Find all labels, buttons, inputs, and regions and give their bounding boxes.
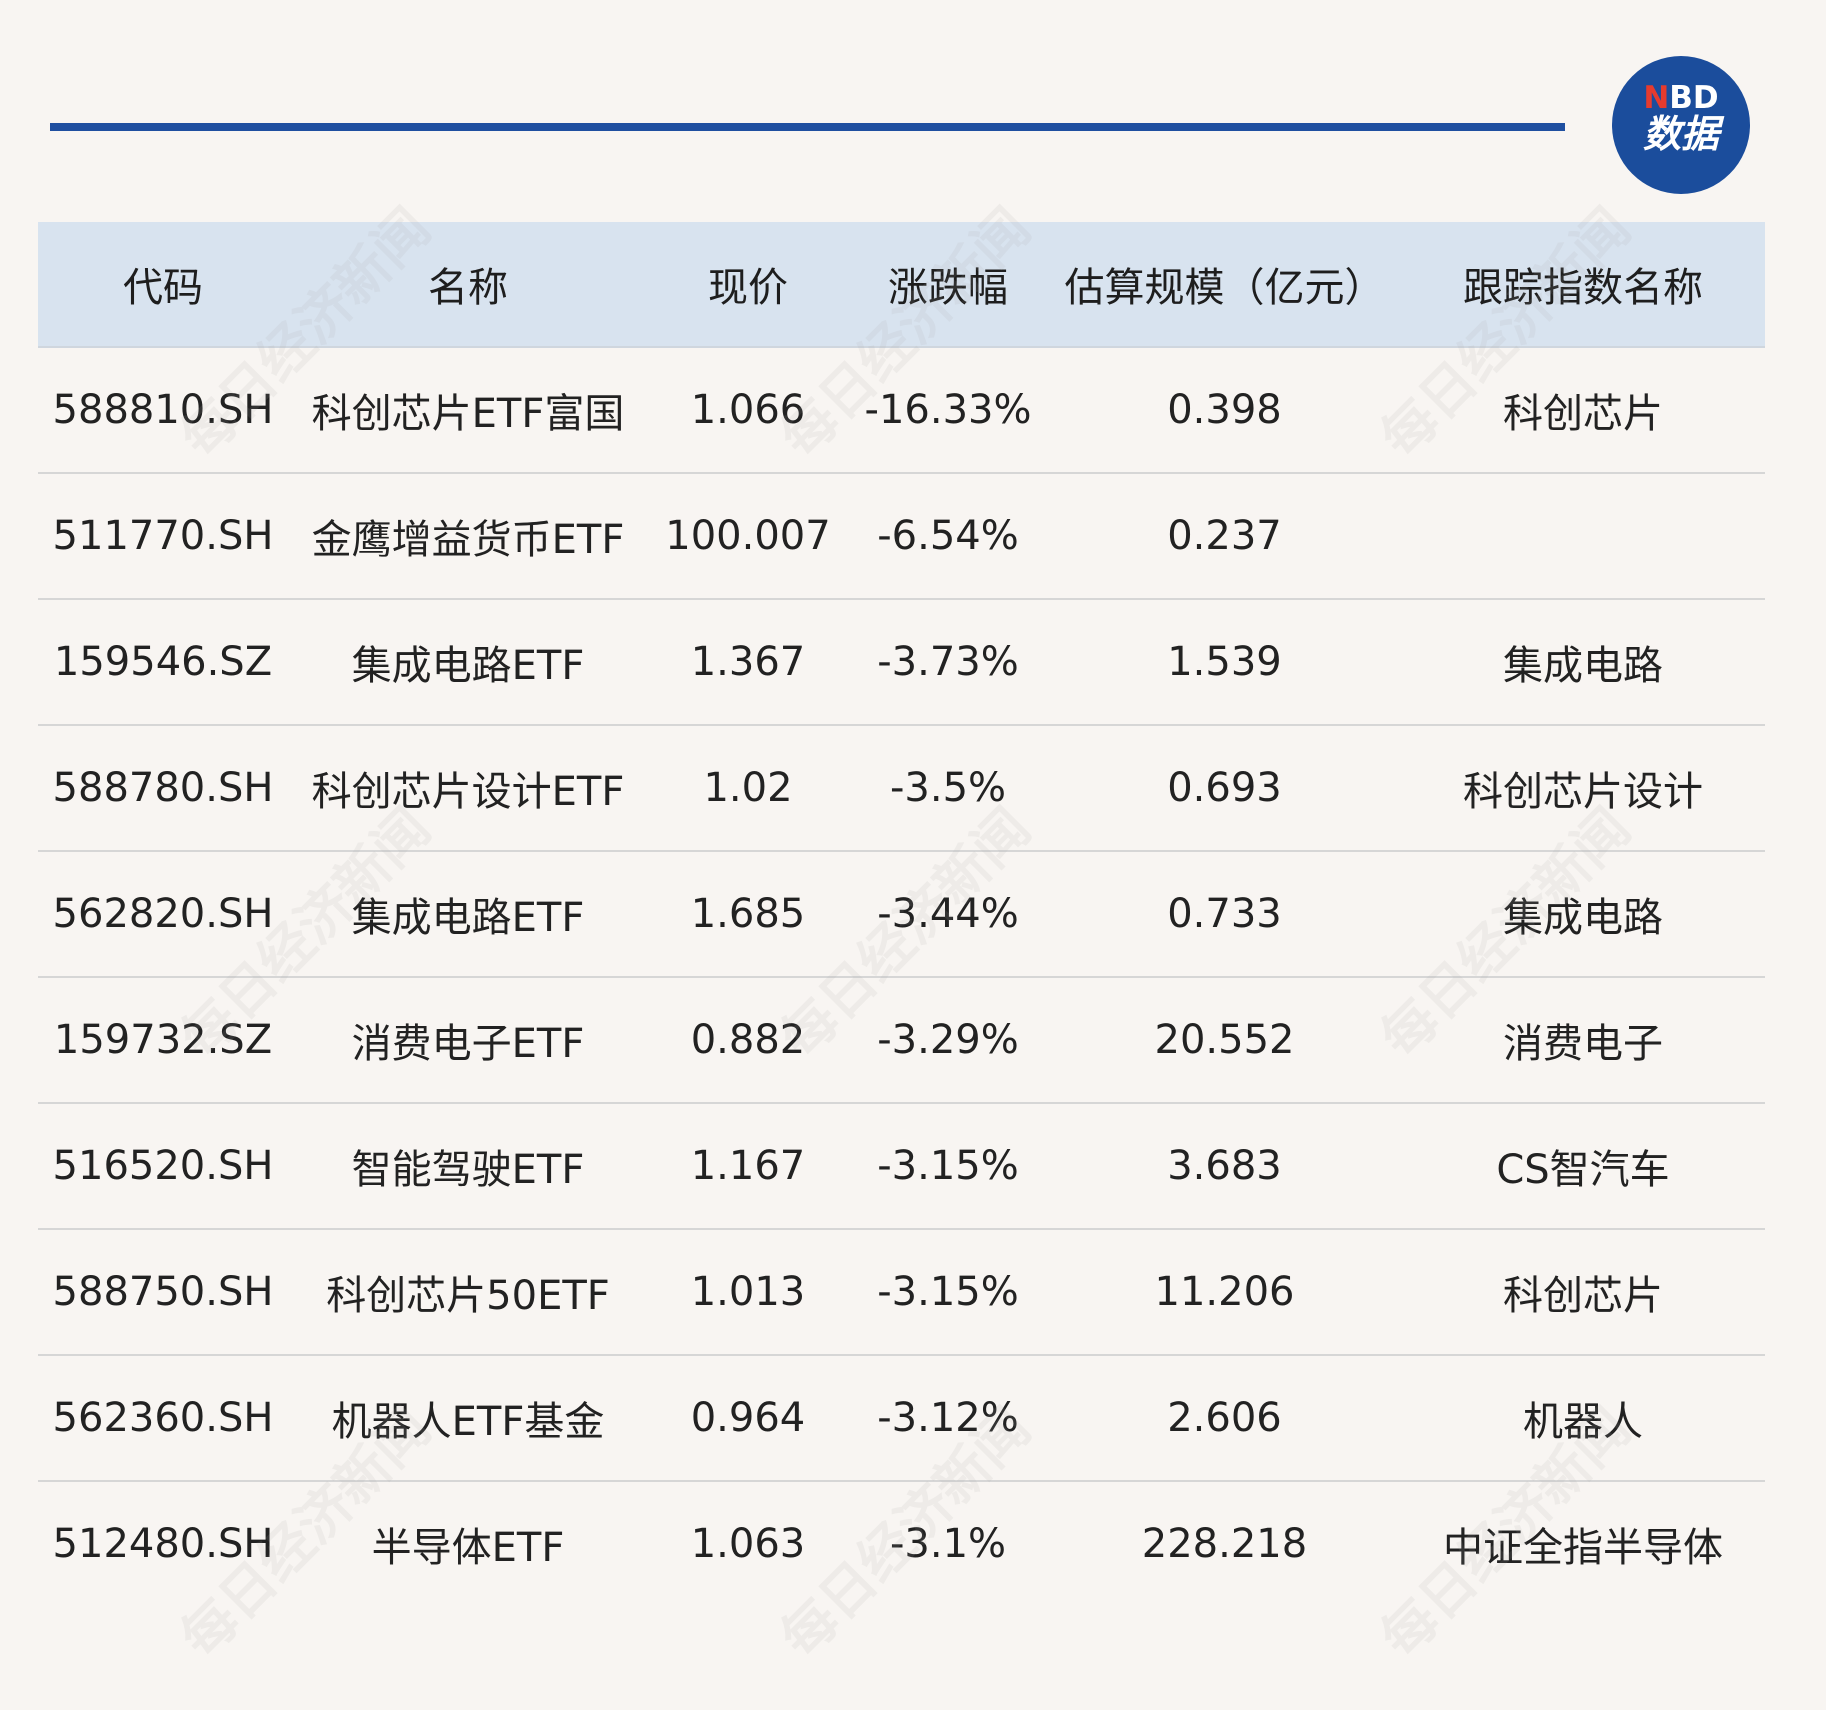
cell-price: 0.882 <box>648 1017 848 1063</box>
cell-code: 562360.SH <box>38 1395 288 1441</box>
cell-scale: 2.606 <box>1048 1395 1401 1441</box>
cell-index: 科创芯片设计 <box>1401 759 1765 817</box>
cell-code: 512480.SH <box>38 1521 288 1567</box>
cell-index: 消费电子 <box>1401 1011 1765 1069</box>
cell-code: 588780.SH <box>38 765 288 811</box>
header-index: 跟踪指数名称 <box>1401 255 1765 313</box>
table-row: 511770.SH 金鹰增益货币ETF 100.007 -6.54% 0.237 <box>38 474 1765 600</box>
cell-code: 511770.SH <box>38 513 288 559</box>
logo-line-2: 数据 <box>1612 115 1750 155</box>
cell-change: -3.12% <box>848 1395 1048 1441</box>
cell-code: 159732.SZ <box>38 1017 288 1063</box>
table-row: 562820.SH 集成电路ETF 1.685 -3.44% 0.733 集成电… <box>38 852 1765 978</box>
cell-name: 集成电路ETF <box>288 885 648 943</box>
cell-change: -3.15% <box>848 1269 1048 1315</box>
cell-change: -3.5% <box>848 765 1048 811</box>
etf-table: 代码 名称 现价 涨跌幅 估算规模（亿元） 跟踪指数名称 588810.SH 科… <box>38 222 1765 1606</box>
header-scale: 估算规模（亿元） <box>1048 255 1401 313</box>
logo-accent-letter: N <box>1643 80 1669 116</box>
header-code: 代码 <box>38 255 288 313</box>
cell-price: 100.007 <box>648 513 848 559</box>
cell-change: -3.15% <box>848 1143 1048 1189</box>
cell-code: 588810.SH <box>38 387 288 433</box>
cell-index: CS智汽车 <box>1401 1137 1765 1195</box>
cell-scale: 0.398 <box>1048 387 1401 433</box>
table-row: 588810.SH 科创芯片ETF富国 1.066 -16.33% 0.398 … <box>38 348 1765 474</box>
cell-scale: 0.733 <box>1048 891 1401 937</box>
cell-name: 科创芯片设计ETF <box>288 759 648 817</box>
table-row: 159546.SZ 集成电路ETF 1.367 -3.73% 1.539 集成电… <box>38 600 1765 726</box>
cell-name: 消费电子ETF <box>288 1011 648 1069</box>
cell-price: 1.013 <box>648 1269 848 1315</box>
table-row: 588780.SH 科创芯片设计ETF 1.02 -3.5% 0.693 科创芯… <box>38 726 1765 852</box>
cell-scale: 0.693 <box>1048 765 1401 811</box>
cell-index: 科创芯片 <box>1401 1263 1765 1321</box>
cell-price: 1.685 <box>648 891 848 937</box>
logo-line-1: NBD <box>1612 82 1750 115</box>
cell-name: 科创芯片ETF富国 <box>288 381 648 439</box>
cell-price: 1.367 <box>648 639 848 685</box>
cell-code: 562820.SH <box>38 891 288 937</box>
cell-change: -3.1% <box>848 1521 1048 1567</box>
cell-change: -3.73% <box>848 639 1048 685</box>
header-change: 涨跌幅 <box>848 255 1048 313</box>
cell-code: 588750.SH <box>38 1269 288 1315</box>
cell-name: 半导体ETF <box>288 1515 648 1573</box>
cell-change: -3.29% <box>848 1017 1048 1063</box>
table-row: 516520.SH 智能驾驶ETF 1.167 -3.15% 3.683 CS智… <box>38 1104 1765 1230</box>
cell-index: 集成电路 <box>1401 633 1765 691</box>
cell-scale: 0.237 <box>1048 513 1401 559</box>
cell-price: 0.964 <box>648 1395 848 1441</box>
cell-change: -6.54% <box>848 513 1048 559</box>
header-name: 名称 <box>288 255 648 313</box>
cell-name: 科创芯片50ETF <box>288 1263 648 1321</box>
cell-name: 金鹰增益货币ETF <box>288 507 648 565</box>
logo-letters: BD <box>1669 80 1718 116</box>
cell-scale: 11.206 <box>1048 1269 1401 1315</box>
table-row: 562360.SH 机器人ETF基金 0.964 -3.12% 2.606 机器… <box>38 1356 1765 1482</box>
cell-index: 中证全指半导体 <box>1401 1515 1765 1573</box>
cell-name: 机器人ETF基金 <box>288 1389 648 1447</box>
cell-price: 1.167 <box>648 1143 848 1189</box>
cell-scale: 1.539 <box>1048 639 1401 685</box>
table-row: 159732.SZ 消费电子ETF 0.882 -3.29% 20.552 消费… <box>38 978 1765 1104</box>
top-rule <box>50 123 1565 131</box>
cell-price: 1.02 <box>648 765 848 811</box>
cell-change: -3.44% <box>848 891 1048 937</box>
cell-scale: 228.218 <box>1048 1521 1401 1567</box>
header-price: 现价 <box>648 255 848 313</box>
cell-price: 1.063 <box>648 1521 848 1567</box>
table-row: 512480.SH 半导体ETF 1.063 -3.1% 228.218 中证全… <box>38 1482 1765 1606</box>
cell-scale: 3.683 <box>1048 1143 1401 1189</box>
cell-code: 159546.SZ <box>38 639 288 685</box>
cell-index: 机器人 <box>1401 1389 1765 1447</box>
cell-index: 科创芯片 <box>1401 381 1765 439</box>
cell-price: 1.066 <box>648 387 848 433</box>
nbd-logo: NBD 数据 <box>1612 56 1750 194</box>
table-row: 588750.SH 科创芯片50ETF 1.013 -3.15% 11.206 … <box>38 1230 1765 1356</box>
cell-name: 智能驾驶ETF <box>288 1137 648 1195</box>
cell-scale: 20.552 <box>1048 1017 1401 1063</box>
cell-name: 集成电路ETF <box>288 633 648 691</box>
cell-change: -16.33% <box>848 387 1048 433</box>
cell-code: 516520.SH <box>38 1143 288 1189</box>
cell-index: 集成电路 <box>1401 885 1765 943</box>
table-header: 代码 名称 现价 涨跌幅 估算规模（亿元） 跟踪指数名称 <box>38 222 1765 348</box>
